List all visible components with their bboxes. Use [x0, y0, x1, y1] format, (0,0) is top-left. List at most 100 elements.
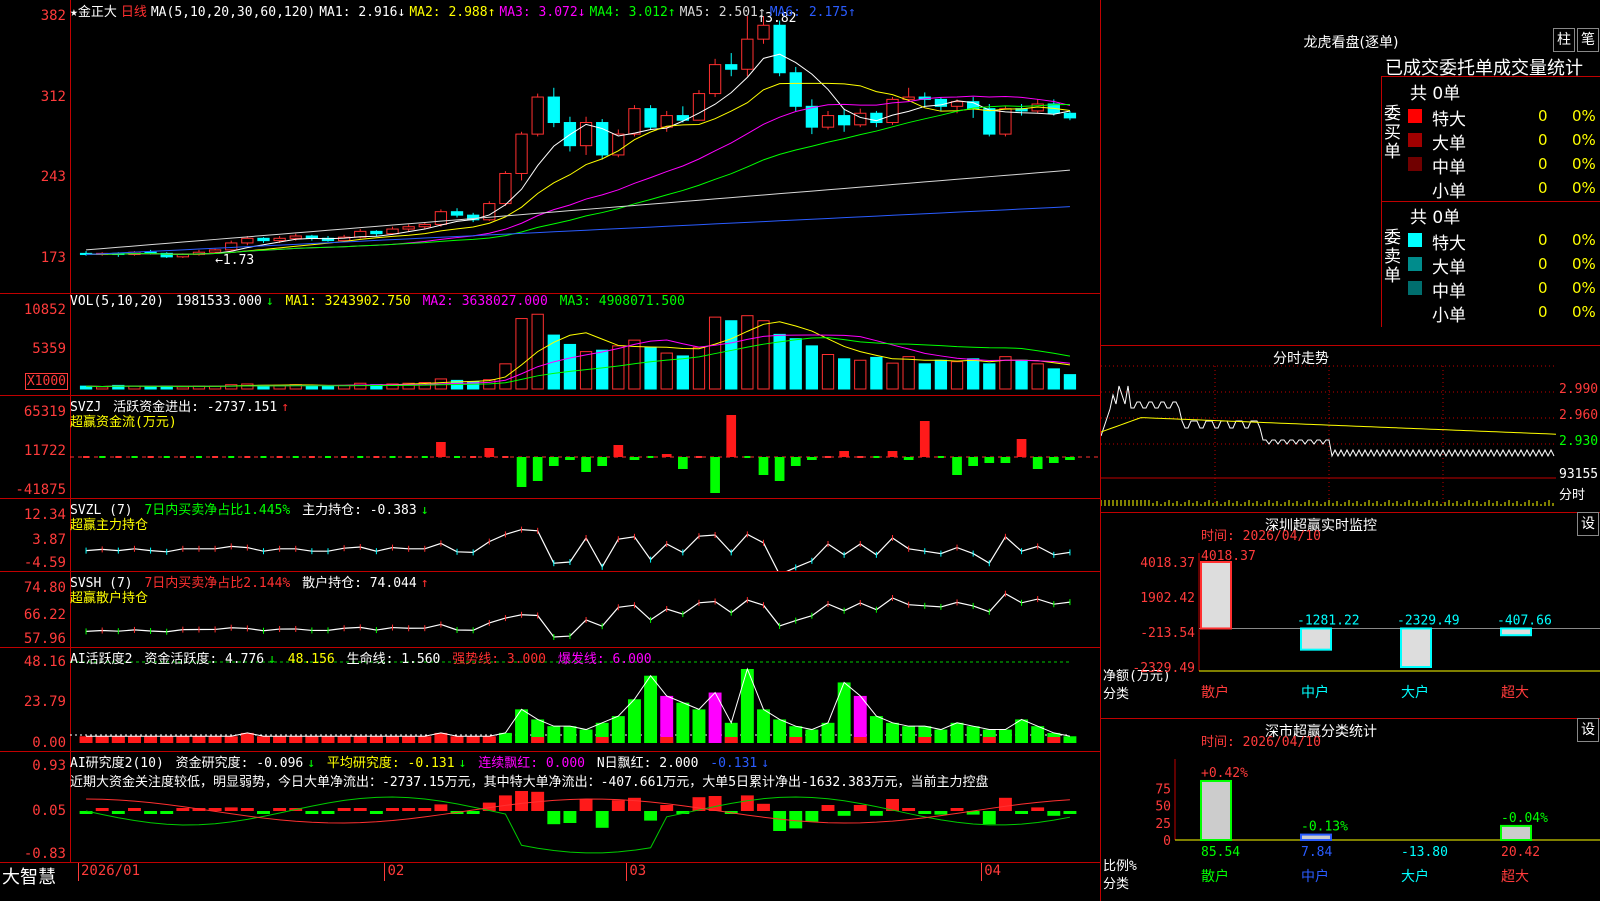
monitor-category: 大户	[1401, 684, 1429, 701]
research-red-streak: 连续飘红: 0.000	[478, 756, 585, 771]
classify-chart[interactable]: 75 50 25 0 +0.42% 85.54 散户 -0.13% 7.84 中户 -13.80 大户…	[1101, 719, 1600, 901]
svzj-bar	[325, 456, 331, 458]
svzj-bar	[565, 457, 575, 460]
classify-top-label: -0.13%	[1301, 820, 1348, 835]
classify-tick: 75	[1155, 782, 1171, 797]
svzj-bar	[661, 454, 672, 457]
ai-bar	[628, 699, 641, 743]
volume-bar	[596, 349, 609, 390]
research-bar	[418, 808, 432, 811]
order-count: 0	[1538, 179, 1548, 197]
classify-bottom-label: 20.42	[1501, 845, 1540, 860]
vol-tick-mid: 5359	[32, 341, 66, 357]
ma-legend-item: MA6: 2.175↑	[769, 5, 856, 20]
intraday-price-line	[1101, 385, 1555, 458]
candle-body	[241, 237, 254, 244]
research-bar	[434, 804, 448, 811]
period-label[interactable]: 日线	[121, 5, 147, 20]
order-row: 大单 0 0%	[1408, 129, 1600, 154]
svzj-bar	[825, 456, 831, 458]
ai-base-bar	[724, 737, 738, 743]
svzj-sub: 超赢资金流(万元)	[70, 415, 177, 430]
classify-category: 超大	[1501, 869, 1529, 885]
svzl-pane[interactable]: 12.34 3.87 -4.59 SVZL (7) 7日内买卖净占比1.445%…	[0, 498, 1100, 572]
volume-bar	[837, 358, 851, 390]
monitor-bar-label: -407.66	[1497, 613, 1552, 628]
svzj-bar	[937, 456, 944, 458]
candle-body	[579, 122, 593, 147]
research-avg-line	[85, 796, 1071, 854]
svzj-bar	[903, 457, 914, 460]
candle-body	[741, 38, 754, 70]
classify-tick: 25	[1155, 817, 1171, 832]
ai-tick-low: 0.00	[32, 735, 66, 751]
research-bar	[240, 808, 254, 811]
intraday-panel[interactable]: 分时走势 2.990 2.960 2.930 93155 分时	[1100, 345, 1600, 513]
ai-base-bar	[289, 737, 303, 743]
svzj-bar	[952, 457, 962, 475]
volume-pane[interactable]: 10852 5359 X1000 VOL(5,10,20) 1981533.00…	[0, 293, 1100, 396]
research-bar	[144, 811, 158, 814]
ma-legend-item: MA4: 3.012↑	[589, 5, 676, 20]
ai-base-bar	[240, 737, 254, 743]
research-bar	[547, 811, 561, 825]
dragon-panel: 龙虎看盘(逐单) 柱 笔 已成交委托单成交量统计 共 0单 委买单 特大 0 0% 大…	[1100, 0, 1600, 345]
svzj-bar	[726, 415, 737, 457]
research-pane[interactable]: 0.93 0.05 -0.83 AI研究度2(10) 资金研究度: -0.096…	[0, 751, 1100, 862]
research-bar	[773, 811, 787, 831]
volume-bar	[950, 361, 964, 390]
ma-legend-item: MA3: 3.072↓	[499, 5, 586, 20]
ai-bar	[821, 722, 835, 743]
classify-panel[interactable]: 深市超赢分类统计 设 时间: 2026/04/10 比例% 分类 75 50 25 0…	[1100, 718, 1600, 901]
svzl-tick-low: -4.59	[23, 555, 66, 571]
ma-line-MA6	[86, 206, 1070, 256]
intraday-chart[interactable]	[1101, 346, 1600, 513]
order-pct: 0%	[1572, 155, 1596, 173]
svzl-hold: 主力持仓: -0.383	[302, 503, 417, 518]
candle-body	[725, 64, 738, 70]
svzj-bar	[83, 456, 90, 458]
candle-body	[386, 228, 399, 235]
svzj-bar	[968, 457, 978, 466]
ma-line-MA4	[86, 104, 1070, 256]
candle-body	[837, 115, 851, 126]
intraday-avg-line	[1101, 417, 1557, 435]
column-view-button[interactable]: 柱	[1553, 28, 1575, 52]
low-annotation: ←1.73	[215, 253, 254, 268]
svzj-bar	[436, 442, 446, 457]
ai-bar	[611, 716, 625, 743]
dragon-table: 共 0单 委买单 特大 0 0% 大单 0 0% 中单 0 0% 小单 0 0% 共 0单 委卖单 特…	[1381, 76, 1600, 327]
svsh-pane[interactable]: 74.80 66.22 57.96 SVSH (7) 7日内买卖净占比2.144…	[0, 571, 1100, 648]
buy-side-label: 委买单	[1384, 104, 1401, 162]
svzj-pane[interactable]: 65319 11722 -41875 SVZJ 活跃资金进出: -2737.15…	[0, 395, 1100, 499]
svzj-bar	[131, 456, 138, 458]
volume-bar	[241, 383, 254, 390]
ai-base-bar	[918, 737, 932, 743]
ai-base-bar	[224, 737, 238, 743]
price-pane[interactable]: 382 312 243 173 ↑3.82 ←1.73 ★金正大 日线 MA(5,10,20…	[0, 0, 1100, 294]
vol-ma1: MA1: 3243902.750	[285, 294, 411, 309]
svzl-ratio: 7日内买卖净占比1.445%	[144, 503, 291, 518]
monitor-bar-label: -2329.49	[1397, 613, 1460, 628]
order-swatch	[1408, 257, 1422, 271]
ai-pane[interactable]: 48.16 23.79 0.00 AI活跃度2 资金活跃度: 4.776 ↓ 48…	[0, 647, 1100, 752]
ma-line-MA1	[86, 53, 1071, 256]
monitor-panel[interactable]: 深圳超赢实时监控 设 时间: 2026/04/10 净额(万元) 分类 4018…	[1100, 512, 1600, 719]
price-chart[interactable]: ↑3.82←1.73	[70, 0, 1100, 293]
ma-line-MA5	[86, 169, 1070, 251]
ai-base-bar	[208, 737, 222, 743]
svzj-bar	[532, 457, 543, 481]
monitor-chart[interactable]: 4018.37 1902.42 -213.54 -2329.49 4018.37 散户 -1…	[1101, 513, 1600, 719]
research-bar	[644, 811, 658, 821]
svzj-y-axis: 65319 11722 -41875	[0, 395, 71, 498]
volume-bar	[886, 362, 899, 390]
tick-view-button[interactable]: 笔	[1577, 28, 1599, 52]
ai-burst: 爆发线: 6.000	[557, 652, 652, 667]
candle-body	[273, 237, 286, 242]
research-arrow5: ↓	[761, 756, 770, 771]
monitor-category: 超大	[1501, 685, 1529, 701]
ma-params: MA(5,10,20,30,60,120)	[150, 5, 316, 20]
research-bar	[789, 811, 803, 829]
volume-bar	[967, 358, 980, 390]
research-bar	[902, 808, 916, 811]
